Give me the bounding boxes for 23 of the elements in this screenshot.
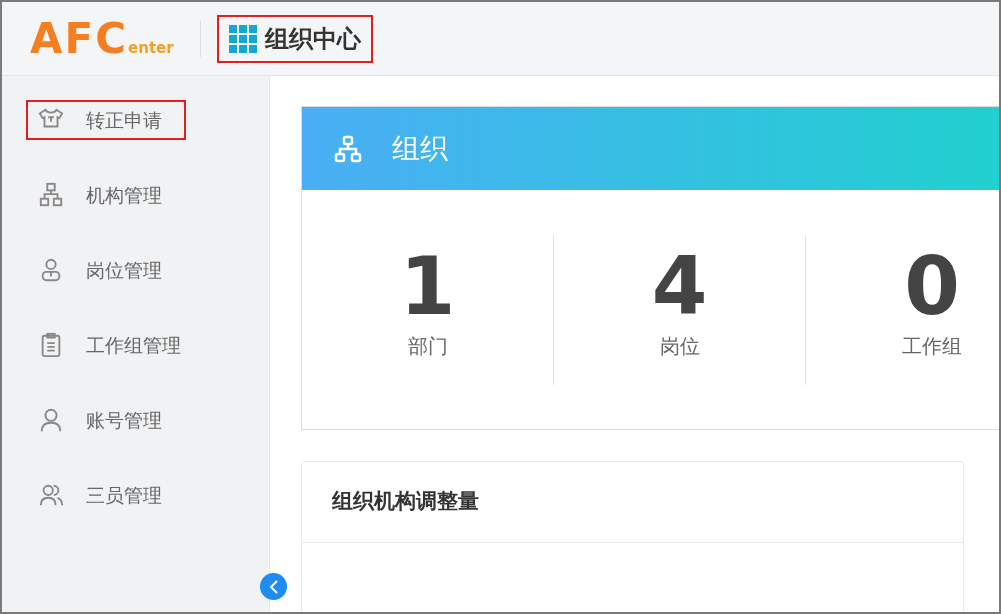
collapse-button[interactable] — [260, 573, 287, 600]
sidebar-item[interactable]: 岗位管理 — [26, 250, 186, 290]
stat-label: 岗位 — [659, 332, 700, 360]
sidebar-item[interactable]: 机构管理 — [26, 175, 186, 215]
stat-label: 部门 — [407, 332, 448, 360]
chevron-left-icon — [268, 579, 279, 594]
sidebar-item[interactable]: 三员管理 — [26, 475, 186, 515]
user-icon — [38, 407, 64, 433]
sidebar-item[interactable]: 工作组管理 — [26, 325, 193, 365]
panel-title: 组织机构调整量 — [302, 462, 963, 543]
banner-title: 组织 — [392, 130, 448, 167]
stat-value: 4 — [651, 242, 708, 331]
org-chart-icon — [334, 134, 362, 163]
stat-label: 工作组 — [902, 332, 962, 360]
org-chart-icon — [38, 182, 64, 208]
app-title-text: 组织中心 — [264, 23, 361, 55]
stat-value: 1 — [399, 242, 456, 331]
afcenter-logo: AFC enter — [30, 17, 174, 60]
sidebar-item[interactable]: 账号管理 — [26, 400, 186, 440]
sidebar-item[interactable]: 转正申请 — [26, 100, 186, 140]
stat-value: 0 — [904, 242, 960, 331]
grid-icon — [228, 24, 257, 53]
users-icon — [38, 482, 64, 508]
